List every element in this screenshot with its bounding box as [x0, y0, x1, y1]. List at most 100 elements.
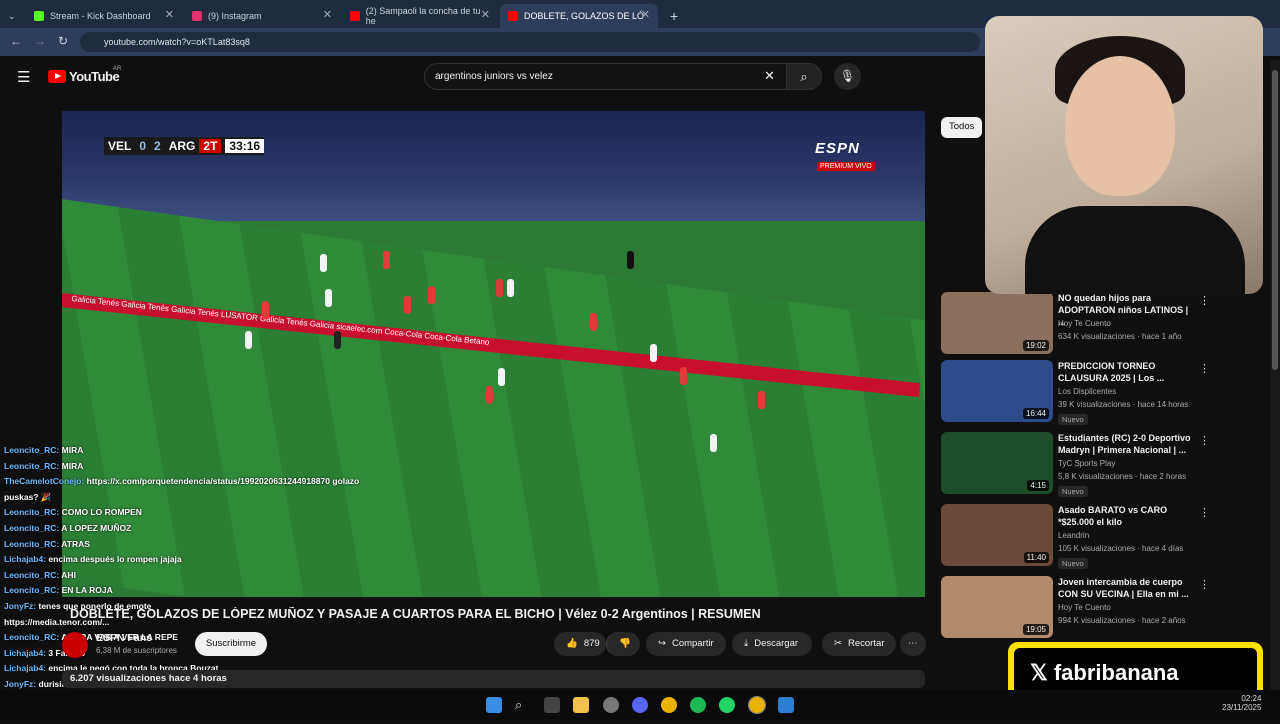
chat-message: puskas? 🎉 [4, 490, 424, 506]
discord-icon[interactable] [632, 697, 648, 713]
more-vert-icon[interactable]: ⋮ [1199, 362, 1210, 375]
page-scrollbar[interactable] [1270, 60, 1280, 690]
clear-search-icon[interactable]: ✕ [764, 68, 775, 84]
chat-text: MIRA [61, 445, 84, 455]
close-icon[interactable]: ✕ [165, 8, 174, 21]
recommended-title[interactable]: Asado BARATO vs CARO *$25.000 el kilo [1058, 504, 1193, 528]
chat-username: Leoncito_RC: [4, 507, 60, 518]
chat-message: Lichajab4: encima después lo rompen jaja… [4, 552, 424, 568]
tab-youtube-doblete[interactable]: DOBLETE, GOLAZOS DE LÓ ✕ [500, 4, 658, 28]
country-code: AR [113, 66, 122, 72]
webcam-face [1065, 56, 1175, 196]
more-vert-icon[interactable]: ⋮ [1199, 506, 1210, 519]
more-vert-icon[interactable]: ⋮ [1199, 294, 1210, 307]
chrome-icon[interactable] [661, 697, 677, 713]
filter-chip-all[interactable]: Todos [941, 117, 983, 138]
recommended-video[interactable]: 16:44 PREDICCION TORNEO CLAUSURA 2025 | L… [941, 360, 1241, 425]
video-thumbnail[interactable]: 4:15 [941, 432, 1053, 494]
chat-text: encima después lo rompen jajaja [48, 554, 182, 565]
scoreboard: VEL 0 2 ARG 2T 33:16 [104, 137, 265, 155]
recommended-channel[interactable]: Leandrin [1058, 531, 1089, 540]
spotify-icon[interactable] [690, 697, 706, 713]
video-thumbnail[interactable]: 19:05 [941, 576, 1053, 638]
close-icon[interactable]: ✕ [641, 8, 650, 21]
app-icon[interactable] [778, 697, 794, 713]
chat-username: Leoncito_RC: [4, 460, 60, 471]
back-icon[interactable]: ← [10, 34, 22, 48]
search-input[interactable]: argentinos juniors vs velez [424, 63, 788, 90]
youtube-logo-text[interactable]: YouTube [69, 69, 120, 84]
player [245, 331, 252, 349]
settings-icon[interactable] [603, 697, 619, 713]
dislike-button[interactable]: 👎 [606, 632, 640, 656]
more-vert-icon[interactable]: ⋮ [1199, 434, 1210, 447]
chat-username: TheCamelotConejo: [4, 476, 85, 487]
file-explorer-icon[interactable] [573, 697, 589, 713]
new-tab-button[interactable]: + [662, 4, 682, 28]
recommended-channel[interactable]: Los Displicentes [1058, 387, 1116, 396]
clip-button[interactable]: ✂ Recortar [822, 632, 896, 656]
scissors-icon: ✂ [834, 638, 842, 649]
tab-kick[interactable]: Stream - Kick Dashboard ✕ [26, 4, 182, 28]
recommended-channel[interactable]: Hoy Te Cuento [1058, 603, 1111, 612]
chat-username: Leoncito_RC: [4, 585, 60, 596]
more-actions-button[interactable]: ⋯ [900, 632, 926, 656]
windows-start-icon[interactable] [486, 697, 502, 713]
tab-list-button[interactable]: ⌄ [0, 4, 24, 28]
recommended-meta: 634 K visualizaciones · hace 1 año [1058, 332, 1182, 341]
tab-instagram[interactable]: (9) Instagram ✕ [184, 4, 340, 28]
voice-search-button[interactable]: 🎙 [834, 63, 861, 90]
video-title: DOBLETE, GOLAZOS DE LÓPEZ MUÑOZ Y PASAJE… [70, 607, 761, 621]
system-clock[interactable]: 02:24 23/11/2025 [1222, 694, 1261, 712]
whatsapp-icon[interactable] [719, 697, 735, 713]
forward-icon[interactable]: → [34, 34, 46, 48]
more-vert-icon[interactable]: ⋮ [1199, 578, 1210, 591]
chat-message: Leoncito_RC: COMO LO ROMPEN [4, 505, 424, 521]
recommended-video[interactable]: 11:40 Asado BARATO vs CARO *$25.000 el ki… [941, 504, 1241, 569]
duration-badge: 19:05 [1022, 624, 1049, 635]
like-button[interactable]: 👍 879 [554, 632, 606, 656]
video-thumbnail[interactable]: 19:02 [941, 292, 1053, 354]
player [486, 386, 493, 404]
video-thumbnail[interactable]: 11:40 [941, 504, 1053, 566]
recommended-title[interactable]: PREDICCION TORNEO CLAUSURA 2025 | Los ..… [1058, 360, 1193, 384]
player [428, 286, 435, 304]
duration-badge: 19:02 [1022, 340, 1049, 351]
player [383, 251, 390, 269]
video-thumbnail[interactable]: 16:44 [941, 360, 1053, 422]
player [650, 344, 657, 362]
subscriber-count: 6,38 M de suscriptores [96, 646, 177, 655]
download-button[interactable]: ⤓ Descargar [732, 632, 812, 656]
new-badge: Nuevo [1058, 414, 1088, 425]
search-button[interactable]: ⌕ [786, 63, 822, 90]
channel-name[interactable]: ESPN Fans [96, 632, 152, 644]
close-icon[interactable]: ✕ [323, 8, 332, 21]
share-button[interactable]: ↪ Compartir [646, 632, 726, 656]
recommended-video[interactable]: 19:02 NO quedan hijos para ADOPTARON niño… [941, 292, 1241, 356]
scrollbar-thumb[interactable] [1272, 70, 1278, 370]
close-icon[interactable]: ✕ [481, 8, 490, 21]
chat-text: AHI [61, 569, 76, 580]
espn-premium-badge: PREMIUM VIVO [817, 162, 875, 171]
menu-icon[interactable]: ☰ [17, 68, 30, 86]
chat-message: Leoncito_RC: AHI [4, 568, 424, 584]
recommended-title[interactable]: Joven intercambia de cuerpo CON SU VECIN… [1058, 576, 1193, 600]
reload-icon[interactable]: ↻ [58, 34, 68, 48]
subscribe-button[interactable]: Suscribirme [195, 632, 267, 656]
url-field[interactable]: youtube.com/watch?v=oKTLat83sq8 [80, 32, 980, 52]
views-and-date[interactable]: 6.207 visualizaciones hace 4 horas [62, 670, 925, 688]
recommended-channel[interactable]: TyC Sports Play [1058, 459, 1115, 468]
chat-message: Leoncito_RC: MIRA [4, 459, 424, 475]
tab-youtube-sampaoli[interactable]: (2) Sampaoli la concha de tu he ✕ [342, 4, 498, 28]
youtube-logo-icon[interactable] [48, 70, 66, 83]
streamer-webcam [985, 16, 1263, 294]
task-view-icon[interactable] [544, 697, 560, 713]
chrome-active-icon[interactable] [748, 696, 766, 714]
chat-text: https://x.com/porquetendencia/status/199… [86, 476, 360, 487]
recommended-channel[interactable]: Hoy Te Cuento [1058, 319, 1111, 328]
recommended-video[interactable]: 19:05 Joven intercambia de cuerpo CON SU … [941, 576, 1241, 640]
recommended-video[interactable]: 4:15 Estudiantes (RC) 2-0 Deportivo Madry… [941, 432, 1241, 497]
channel-avatar[interactable] [62, 632, 88, 658]
search-icon[interactable]: ⌕ [515, 697, 531, 713]
recommended-title[interactable]: Estudiantes (RC) 2-0 Deportivo Madryn | … [1058, 432, 1193, 456]
